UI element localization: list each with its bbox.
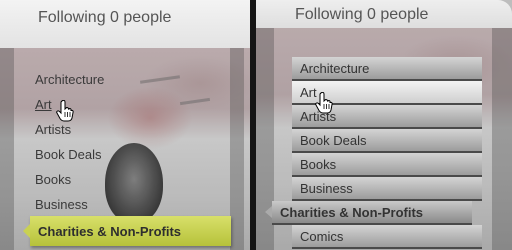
category-item-artists[interactable]: Artists [35,122,104,147]
active-category-label: Charities & Non-Profits [38,224,182,239]
category-item-charities-active[interactable]: Charities & Non-Profits [265,201,472,223]
category-label: Charities & Non-Profits [280,205,424,220]
hand-pointer-cursor-icon [56,100,74,122]
category-list: Architecture Art Artists Book Deals Book… [35,72,104,222]
category-label: Architecture [300,61,370,76]
category-item-books[interactable]: Books [292,153,482,175]
category-label: Business [300,181,353,196]
photo-stripe [230,48,244,250]
left-panel: Following 0 people Architecture Art Arti… [0,0,250,250]
following-count: Following 0 people [38,9,172,26]
category-item-architecture[interactable]: Architecture [35,72,104,97]
category-item-business[interactable]: Business [292,177,482,199]
following-count: Following 0 people [295,6,429,23]
hand-pointer-cursor-icon [315,92,333,114]
photo-detail [179,97,211,106]
category-item-book-deals[interactable]: Book Deals [35,147,104,172]
category-item-books[interactable]: Books [35,172,104,197]
category-label: Comics [300,229,344,244]
category-item-architecture[interactable]: Architecture [292,57,482,79]
category-item-comics[interactable]: Comics [292,225,482,247]
photo-stripe [0,48,14,250]
category-list: Architecture Art Artists Book Deals Book… [265,57,492,249]
category-label: Books [300,157,337,172]
category-item-charities-active[interactable]: Charities & Non-Profits [23,216,231,246]
photo-face [105,143,163,223]
photo-stripe [492,28,512,250]
right-panel: Following 0 people Architecture Art Arti… [256,0,512,250]
header: Following 0 people [0,0,250,48]
header: Following 0 people [256,0,512,28]
category-label: Book Deals [300,133,367,148]
category-item-book-deals[interactable]: Book Deals [292,129,482,151]
photo-detail [139,75,181,84]
